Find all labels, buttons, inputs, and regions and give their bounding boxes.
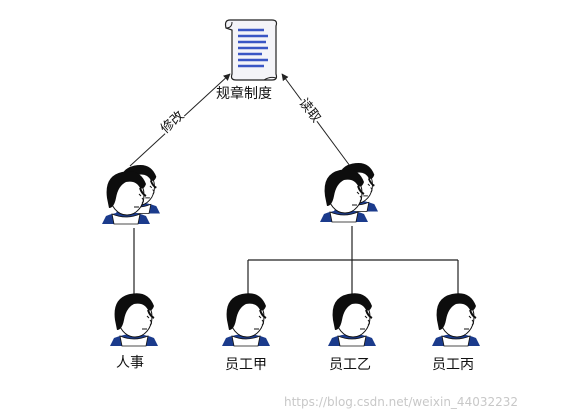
person-label-staff-a: 员工甲 — [225, 357, 267, 373]
staff-c-person-icon — [431, 292, 481, 347]
person-label-hr: 人事 — [116, 355, 144, 371]
diagram-canvas — [0, 19, 481, 347]
watermark: https://blog.csdn.net/weixin_44032232 — [284, 395, 519, 409]
staff-manager-pair-icon — [320, 163, 378, 222]
staff-a-person-icon — [221, 292, 271, 347]
document-scroll-icon — [224, 19, 278, 81]
connector-lines — [133, 226, 459, 300]
person-label-staff-b: 员工乙 — [329, 357, 371, 373]
hr-person-icon — [109, 292, 159, 347]
person-label-staff-c: 员工丙 — [432, 357, 474, 373]
staff-b-person-icon — [327, 292, 377, 347]
document-title: 规章制度 — [216, 86, 272, 102]
hr-manager-pair-icon — [102, 165, 160, 224]
